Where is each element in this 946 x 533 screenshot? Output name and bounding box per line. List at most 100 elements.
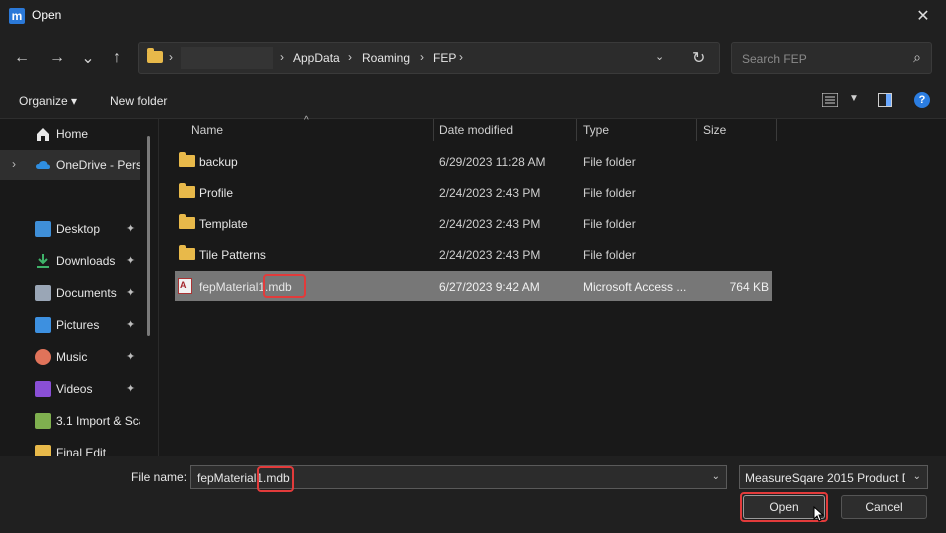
breadcrumb-fep[interactable]: FEP (433, 51, 456, 65)
sidebar-item-onedrive[interactable]: › OneDrive - Perso (0, 150, 140, 180)
sidebar-item-label: Videos (56, 382, 93, 396)
column-header-size[interactable]: Size (703, 123, 726, 137)
back-button[interactable]: ← (11, 47, 33, 69)
file-row-backup[interactable]: backup 6/29/2023 11:28 AM File folder (175, 146, 772, 176)
file-type: File folder (583, 217, 636, 231)
column-separator[interactable] (576, 119, 577, 141)
column-header-type[interactable]: Type (583, 123, 609, 137)
file-type: File folder (583, 155, 636, 169)
sidebar-item-import-scan[interactable]: 3.1 Import & Sca (0, 406, 150, 436)
search-box[interactable]: ⌕ (731, 42, 932, 74)
file-row-template[interactable]: Template 2/24/2023 2:43 PM File folder (175, 208, 772, 238)
new-folder-button[interactable]: New folder (110, 94, 167, 108)
chevron-down-icon[interactable]: ⌄ (913, 471, 921, 482)
window-title: Open (32, 8, 62, 22)
pin-icon[interactable]: ✦ (126, 222, 135, 235)
breadcrumb-separator: › (169, 50, 173, 64)
close-button[interactable]: ✕ (900, 0, 946, 32)
cancel-button[interactable]: Cancel (841, 495, 927, 519)
sidebar-item-label: Final Edit (56, 446, 107, 456)
sidebar-item-final-edit[interactable]: Final Edit (0, 438, 150, 456)
redacted-user-segment (181, 47, 273, 69)
file-row-tile-patterns[interactable]: Tile Patterns 2/24/2023 2:43 PM File fol… (175, 239, 772, 269)
home-icon (37, 128, 49, 141)
file-date: 2/24/2023 2:43 PM (439, 217, 541, 231)
breadcrumb-roaming[interactable]: Roaming (362, 51, 410, 65)
sidebar-item-label: Downloads (56, 254, 116, 268)
file-date: 6/29/2023 11:28 AM (439, 155, 546, 169)
organize-menu-button[interactable]: Organize ▾ (19, 94, 77, 108)
up-arrow-icon: ↑ (113, 49, 121, 66)
dialog-footer: File name: ⌄ MeasureSqare 2015 Product D… (0, 456, 946, 533)
navigation-pane: Home › OneDrive - Perso Desktop ✦ Downlo… (0, 119, 158, 456)
pin-icon[interactable]: ✦ (126, 350, 135, 363)
file-name: Profile (199, 186, 234, 200)
column-separator[interactable] (433, 119, 434, 141)
folder-icon (179, 152, 195, 167)
chevron-down-icon: ⌄ (81, 50, 95, 67)
column-header-date[interactable]: Date modified (439, 123, 513, 137)
folder-icon (179, 183, 195, 198)
file-date: 2/24/2023 2:43 PM (439, 186, 541, 200)
sidebar-item-pictures[interactable]: Pictures ✦ (0, 310, 150, 340)
search-icon[interactable]: ⌕ (913, 49, 921, 66)
sort-ascending-icon: ^ (304, 115, 309, 126)
sidebar-item-home[interactable]: Home (0, 119, 150, 149)
videos-icon (35, 381, 51, 397)
download-icon (37, 254, 49, 268)
preview-pane-icon[interactable] (878, 93, 892, 107)
command-bar: Organize ▾ New folder ▼ ? (0, 84, 946, 119)
mouse-cursor-icon (813, 506, 825, 522)
sidebar-item-downloads[interactable]: Downloads ✦ (0, 246, 150, 276)
file-row-profile[interactable]: Profile 2/24/2023 2:43 PM File folder (175, 177, 772, 207)
recent-locations-button[interactable]: ⌄ (77, 47, 99, 69)
file-list: Name ^ Date modified Type Size backup 6/… (160, 115, 946, 456)
back-arrow-icon: ← (14, 49, 30, 66)
up-button[interactable]: ↑ (106, 47, 128, 69)
file-name-label: File name: (131, 470, 188, 484)
file-row-fepmaterial[interactable]: fepMaterial1.mdb 6/27/2023 9:42 AM Micro… (175, 271, 772, 301)
desktop-icon (35, 221, 51, 237)
file-name: backup (199, 155, 238, 169)
view-list-icon[interactable] (822, 93, 838, 107)
pin-icon[interactable]: ✦ (126, 286, 135, 299)
forward-button[interactable]: → (46, 47, 68, 69)
file-date: 6/27/2023 9:42 AM (439, 280, 540, 294)
view-options-dropdown[interactable]: ▼ (849, 93, 859, 104)
breadcrumb-separator: › (348, 50, 352, 64)
pin-icon[interactable]: ✦ (126, 318, 135, 331)
file-type-value: MeasureSqare 2015 Product Dat (745, 471, 905, 485)
forward-arrow-icon: → (49, 49, 65, 66)
sidebar-item-desktop[interactable]: Desktop ✦ (0, 214, 150, 244)
address-history-dropdown[interactable]: ⌄ (655, 50, 664, 63)
sidebar-item-videos[interactable]: Videos ✦ (0, 374, 150, 404)
file-size: 764 KB (729, 280, 769, 294)
sidebar-item-label: Pictures (56, 318, 100, 332)
sidebar-item-documents[interactable]: Documents ✦ (0, 278, 150, 308)
expand-chevron-icon[interactable]: › (12, 157, 16, 171)
pane-divider[interactable] (158, 119, 159, 456)
title-bar: m Open ✕ (0, 0, 946, 32)
refresh-icon[interactable]: ↻ (692, 48, 705, 68)
search-input[interactable] (740, 51, 904, 67)
breadcrumb-appdata[interactable]: AppData (293, 51, 340, 65)
cloud-icon (36, 161, 50, 169)
sidebar-scrollbar[interactable] (147, 136, 150, 336)
sidebar-item-music[interactable]: Music ✦ (0, 342, 150, 372)
folder-doc-icon (35, 413, 51, 429)
folder-icon (35, 445, 51, 456)
help-icon[interactable]: ? (914, 92, 930, 108)
access-database-icon (178, 278, 192, 294)
file-type-select[interactable]: MeasureSqare 2015 Product Dat ⌄ (739, 465, 928, 489)
folder-icon (179, 245, 195, 260)
column-separator[interactable] (696, 119, 697, 141)
pin-icon[interactable]: ✦ (126, 382, 135, 395)
highlight-annotation (263, 274, 306, 298)
breadcrumb-separator: › (420, 50, 424, 64)
address-bar[interactable]: › › AppData › Roaming › FEP › ⌄ ↻ (138, 42, 720, 74)
column-header-name[interactable]: Name (191, 123, 223, 137)
sidebar-item-label: Music (56, 350, 88, 364)
pin-icon[interactable]: ✦ (126, 254, 135, 267)
chevron-down-icon[interactable]: ⌄ (712, 471, 720, 482)
column-separator[interactable] (776, 119, 777, 141)
